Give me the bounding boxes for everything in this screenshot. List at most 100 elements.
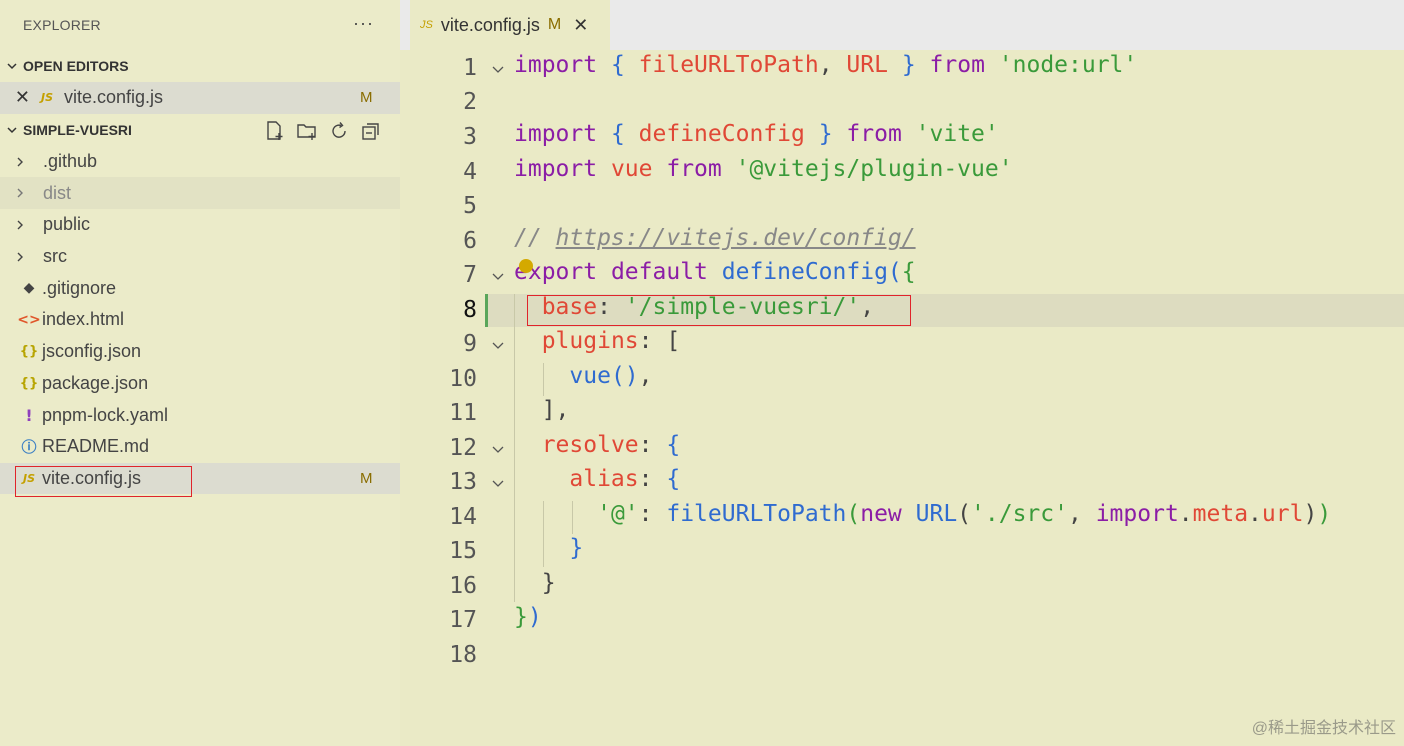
tree-item-label: package.json: [42, 372, 149, 393]
explorer-header: EXPLORER ···: [0, 0, 400, 50]
tree-item-label: index.html: [42, 309, 125, 330]
chevron-right-icon[interactable]: [0, 241, 40, 273]
close-icon[interactable]: ✕: [573, 15, 588, 36]
line-number: 11: [449, 400, 477, 426]
modified-badge: M: [360, 89, 373, 107]
line-number: 8: [463, 297, 477, 323]
code-line-10: vue(),: [569, 363, 653, 389]
js-file-icon: JS: [420, 19, 433, 31]
code-line-12: resolve: {: [541, 432, 681, 458]
git-file-icon: ◆: [23, 280, 35, 297]
tree-item-label: public: [43, 214, 91, 235]
line-number: 18: [449, 642, 477, 668]
line-number: 10: [449, 366, 477, 392]
code-line-14: '@': fileURLToPath(new URL('./src', impo…: [597, 501, 1332, 527]
info-file-icon: ⓘ: [21, 438, 37, 457]
open-editor-item[interactable]: ✕ JS vite.config.js M: [0, 82, 400, 114]
line-number: 17: [449, 607, 477, 633]
tree-item-label: README.md: [42, 436, 150, 457]
lightbulb-icon[interactable]: [519, 259, 533, 273]
new-file-icon[interactable]: [264, 120, 286, 142]
modified-badge: M: [360, 469, 373, 487]
tree-item-label: dist: [43, 182, 72, 203]
watermark: @稀土掘金技术社区: [1251, 720, 1396, 737]
tree-item-folder[interactable]: .github: [0, 146, 400, 178]
fold-chevron-icon[interactable]: [490, 337, 506, 353]
code-line-4: import vue from '@vitejs/plugin-vue': [514, 156, 1013, 182]
line-number: 5: [463, 193, 477, 219]
html-file-icon: <>: [17, 311, 41, 328]
yaml-file-icon: !: [25, 405, 33, 425]
explorer-title: EXPLORER: [23, 17, 101, 33]
line-number: 12: [449, 435, 477, 461]
code-line-9: plugins: [: [541, 328, 681, 354]
code-line-13: alias: {: [569, 466, 681, 492]
line-number: 7: [463, 262, 477, 288]
tree-item-file[interactable]: {} package.json: [0, 368, 400, 400]
editor-tabbar: JS vite.config.js M ✕: [400, 0, 1404, 50]
line-number: 3: [463, 124, 477, 150]
tree-item-folder[interactable]: src: [0, 241, 400, 273]
code-line-1: import { fileURLToPath, URL } from 'node…: [514, 52, 1138, 78]
project-section[interactable]: SIMPLE-VUESRI: [0, 114, 400, 146]
tab-vite-config[interactable]: JS vite.config.js M ✕: [410, 0, 610, 50]
open-editors-header: OPEN EDITORS: [23, 58, 129, 74]
tree-item-label: src: [43, 246, 67, 267]
explorer-toolbar: [264, 120, 382, 142]
code-line-15: }: [569, 535, 584, 561]
line-number: 2: [463, 89, 477, 115]
project-header: SIMPLE-VUESRI: [23, 121, 132, 138]
more-actions-icon[interactable]: ···: [353, 13, 374, 34]
json-file-icon: {}: [19, 375, 39, 391]
collapse-all-icon[interactable]: [360, 120, 382, 142]
modified-line-indicator: [485, 294, 488, 327]
line-number: 15: [449, 538, 477, 564]
code-line-11: ],: [541, 397, 570, 423]
chevron-down-icon[interactable]: [0, 50, 23, 82]
explorer-sidebar: EXPLORER ··· OPEN EDITORS ✕ JS vite.conf…: [0, 0, 400, 746]
tree-item-label: .gitignore: [42, 277, 117, 298]
tree-item-file[interactable]: ⓘ README.md: [0, 431, 400, 463]
fold-chevron-icon[interactable]: [490, 61, 506, 77]
tree-item-label: pnpm-lock.yaml: [42, 404, 169, 425]
code-line-16: }: [541, 570, 556, 596]
line-number: 4: [463, 159, 477, 185]
tree-item-file[interactable]: {} jsconfig.json: [0, 336, 400, 368]
code-line-3: import { defineConfig } from 'vite': [514, 121, 999, 147]
highlight-box: [527, 295, 911, 326]
line-number: 14: [449, 504, 477, 530]
line-number: 9: [463, 331, 477, 357]
fold-chevron-icon[interactable]: [490, 441, 506, 457]
line-number: 16: [449, 573, 477, 599]
open-editor-label: vite.config.js: [64, 87, 164, 108]
json-file-icon: {}: [19, 344, 39, 360]
new-folder-icon[interactable]: [296, 120, 318, 142]
tree-item-file[interactable]: ◆ .gitignore: [0, 272, 400, 304]
js-file-icon: JS: [40, 91, 53, 105]
line-number: 6: [463, 228, 477, 254]
code-line-17: }): [514, 604, 542, 630]
chevron-right-icon[interactable]: [0, 146, 40, 178]
open-editors-section[interactable]: OPEN EDITORS: [0, 50, 400, 82]
tree-item-file[interactable]: <> index.html: [0, 304, 400, 336]
refresh-icon[interactable]: [328, 120, 350, 142]
code-line-6: // https://vitejs.dev/config/: [514, 225, 916, 251]
chevron-right-icon[interactable]: [0, 177, 40, 209]
line-number: 1: [463, 55, 477, 81]
fold-chevron-icon[interactable]: [490, 475, 506, 491]
tree-item-folder[interactable]: dist: [0, 177, 400, 210]
modified-badge: M: [547, 16, 562, 33]
fold-chevron-icon[interactable]: [490, 268, 506, 284]
chevron-down-icon[interactable]: [0, 114, 23, 146]
line-number: 13: [449, 469, 477, 495]
tree-item-label: .github: [43, 151, 98, 172]
tab-label: vite.config.js: [440, 14, 540, 35]
code-line-7: export default defineConfig({: [514, 259, 916, 285]
highlight-box: [15, 466, 192, 497]
code-editor[interactable]: 1 2 3 4 5 6 7 8 9 10 11 12 13 14 15 16 17 18 import { fil…: [400, 50, 1404, 746]
tree-item-file[interactable]: ! pnpm-lock.yaml: [0, 399, 400, 431]
chevron-right-icon[interactable]: [0, 209, 40, 241]
tree-item-label: jsconfig.json: [42, 341, 142, 362]
tree-item-folder[interactable]: public: [0, 209, 400, 241]
close-icon[interactable]: ✕: [0, 87, 30, 108]
